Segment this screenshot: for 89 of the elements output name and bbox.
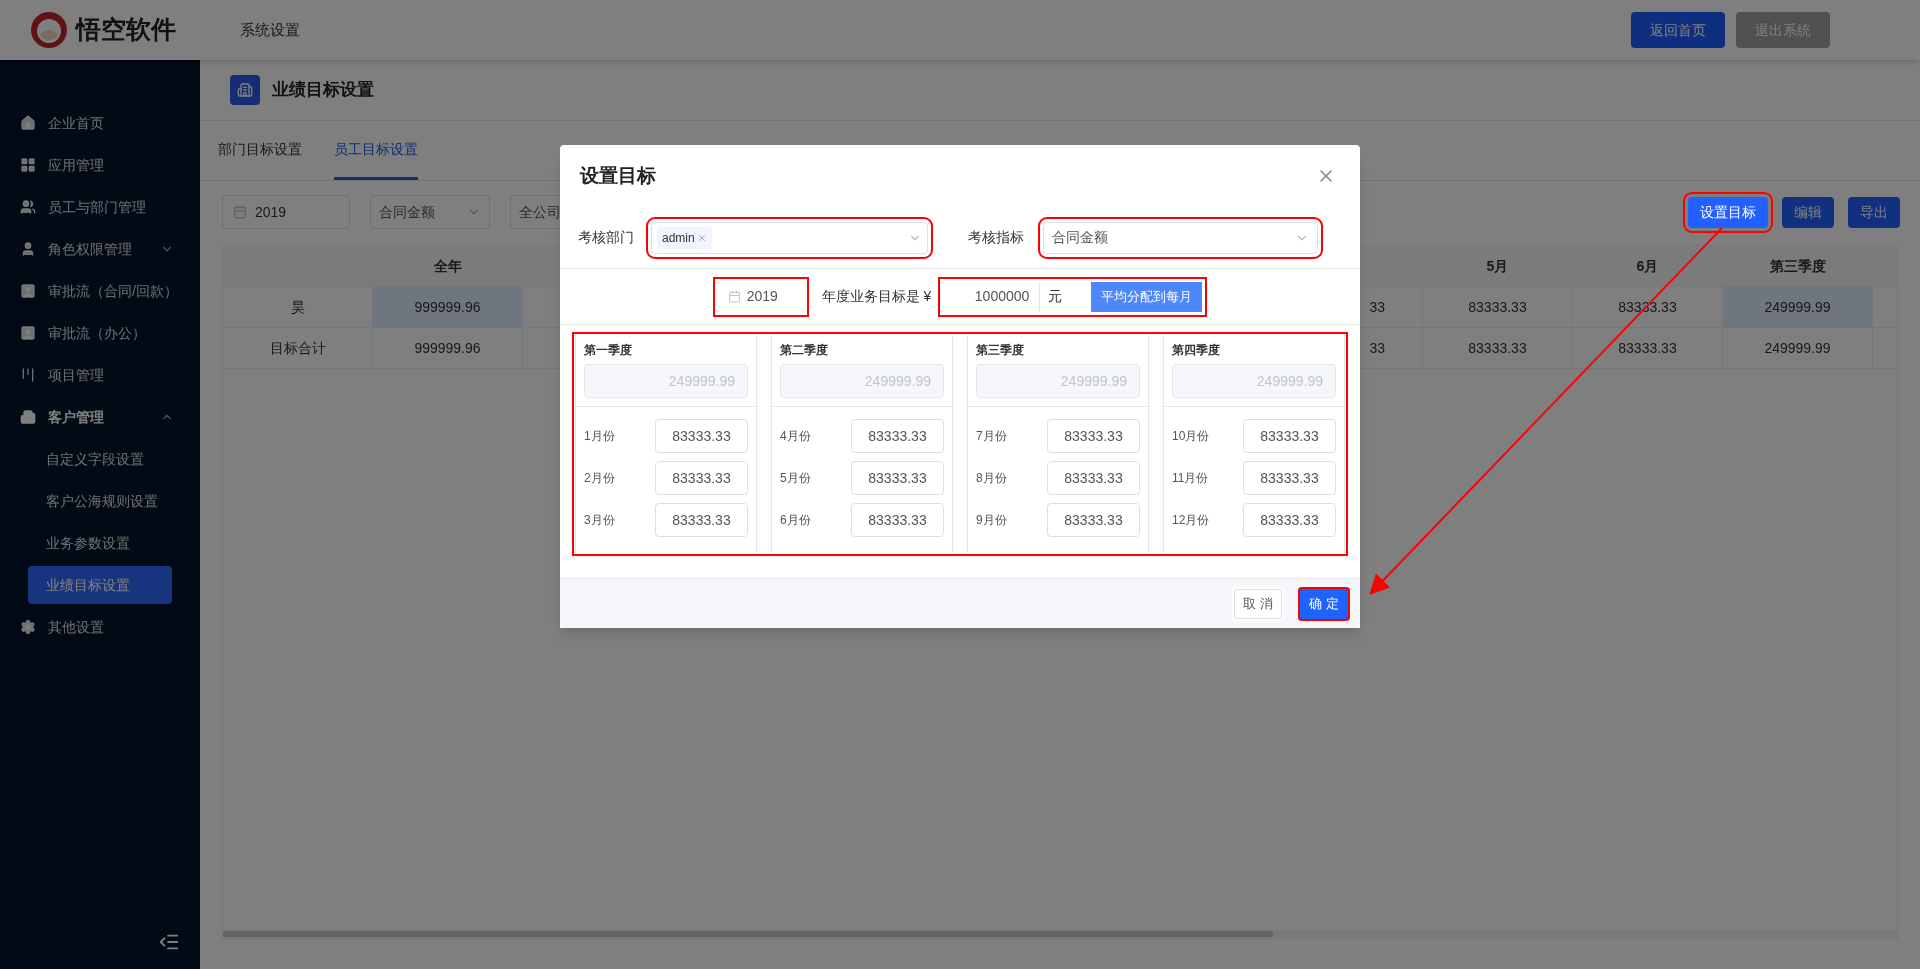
month-label: 8月份 (976, 470, 1008, 487)
menu-item[interactable]: 项目管理 (20, 354, 180, 396)
month-label: 2月份 (584, 470, 616, 487)
action-button[interactable]: 导出 (1848, 196, 1900, 228)
menu-item[interactable]: 审批流（办公） (20, 312, 180, 354)
menu-item[interactable]: 审批流（合同/回款） (20, 270, 180, 312)
tab[interactable]: 部门目标设置 (218, 121, 302, 180)
month-input[interactable]: 83333.33 (1243, 419, 1336, 453)
logo-icon (30, 11, 68, 49)
quarter-title: 第一季度 (583, 342, 633, 359)
column-header: 6月 (1573, 246, 1723, 286)
users-icon (20, 199, 36, 215)
confirm-button[interactable]: 确 定 (1298, 586, 1350, 621)
table-cell: 83333.33 (1423, 328, 1573, 368)
month-input[interactable]: 83333.33 (655, 419, 748, 453)
submenu-item[interactable]: 客户公海规则设置 (28, 482, 172, 520)
menu-item[interactable]: 角色权限管理 (20, 228, 180, 270)
tag: admin (657, 226, 712, 249)
submenu-item[interactable]: 业绩目标设置 (28, 566, 172, 604)
column-header: 第三季度 (1723, 246, 1873, 286)
month-label: 6月份 (780, 512, 812, 529)
calendar-icon (727, 290, 741, 303)
table-cell: 999999.96 (373, 287, 523, 327)
remove-icon[interactable] (696, 232, 707, 243)
metric-select[interactable]: 合同金额 (370, 195, 490, 229)
menu-item[interactable]: 员工与部门管理 (20, 186, 180, 228)
header-button[interactable]: 返回首页 (1631, 12, 1725, 48)
month-input[interactable]: 83333.33 (1047, 461, 1140, 495)
page-title: 业绩目标设置 (272, 79, 374, 102)
field-label: 年度业务目标是 ¥ (821, 287, 932, 306)
month-input[interactable]: 83333.33 (1047, 503, 1140, 537)
month-label: 10月份 (1172, 428, 1211, 445)
menu-item[interactable]: 其他设置 (20, 606, 180, 648)
column-header: 全年 (373, 246, 523, 286)
dialog-title: 设置目标 (580, 163, 656, 188)
user-icon (20, 241, 36, 257)
year-picker[interactable]: 2019 (717, 281, 804, 312)
month-label: 11月份 (1172, 470, 1210, 487)
submenu-item[interactable]: 业务参数设置 (28, 524, 172, 562)
month-input[interactable]: 83333.33 (655, 503, 748, 537)
action-button[interactable]: 编辑 (1782, 196, 1834, 228)
grid-icon (20, 157, 36, 173)
cancel-button[interactable]: 取 消 (1232, 586, 1284, 621)
month-input[interactable]: 83333.33 (655, 461, 748, 495)
month-input[interactable]: 83333.33 (851, 503, 944, 537)
month-label: 5月份 (780, 470, 812, 487)
building-icon (230, 75, 260, 105)
table-cell: 249999.99 (1723, 328, 1873, 368)
month-input[interactable]: 83333.33 (1243, 461, 1336, 495)
home-icon (20, 115, 36, 131)
month-label: 12月份 (1172, 512, 1211, 529)
quarter-title: 第三季度 (975, 342, 1025, 359)
month-input[interactable]: 83333.33 (851, 419, 944, 453)
table-cell: 249999.99 (1723, 287, 1873, 327)
calendar-icon (233, 205, 247, 219)
month-input[interactable]: 83333.33 (1047, 419, 1140, 453)
user-icon (20, 325, 36, 341)
building-icon (20, 409, 36, 425)
column-header: 5月 (1423, 246, 1573, 286)
month-input[interactable]: 83333.33 (851, 461, 944, 495)
scrollbar[interactable] (223, 931, 1273, 937)
table-cell-text: 33 (1369, 297, 1385, 317)
table-cell: 目标合计 (223, 328, 373, 368)
settings-icon (20, 619, 36, 635)
quarter-title: 第四季度 (1171, 342, 1221, 359)
target-input[interactable]: 1000000 (943, 281, 1040, 312)
table-cell-text: 33 (1369, 338, 1385, 358)
section-title: 系统设置 (240, 19, 300, 40)
user-icon (20, 283, 36, 299)
table-cell: 83333.33 (1423, 287, 1573, 327)
submenu-item[interactable]: 自定义字段设置 (28, 440, 172, 478)
month-label: 1月份 (584, 428, 616, 445)
menu-item[interactable]: 企业首页 (20, 102, 180, 144)
brand-name: 悟空软件 (76, 14, 176, 46)
year-picker[interactable]: 2019 (222, 195, 350, 229)
month-label: 7月份 (976, 428, 1008, 445)
board-icon (20, 367, 36, 383)
table-cell: 999999.96 (373, 328, 523, 368)
distribute-button[interactable]: 平均分配到每月 (1091, 281, 1203, 312)
month-label: 9月份 (976, 512, 1008, 529)
quarter-title: 第二季度 (779, 342, 829, 359)
month-label: 4月份 (780, 428, 812, 445)
field-label: 考核指标 (968, 228, 1025, 247)
field-label: 考核部门 (578, 228, 635, 247)
menu-item[interactable]: 应用管理 (20, 144, 180, 186)
menu-item[interactable]: 客户管理 (20, 396, 180, 438)
month-label: 3月份 (584, 512, 616, 529)
table-cell: 83333.33 (1573, 328, 1723, 368)
month-input[interactable]: 83333.33 (1243, 503, 1336, 537)
